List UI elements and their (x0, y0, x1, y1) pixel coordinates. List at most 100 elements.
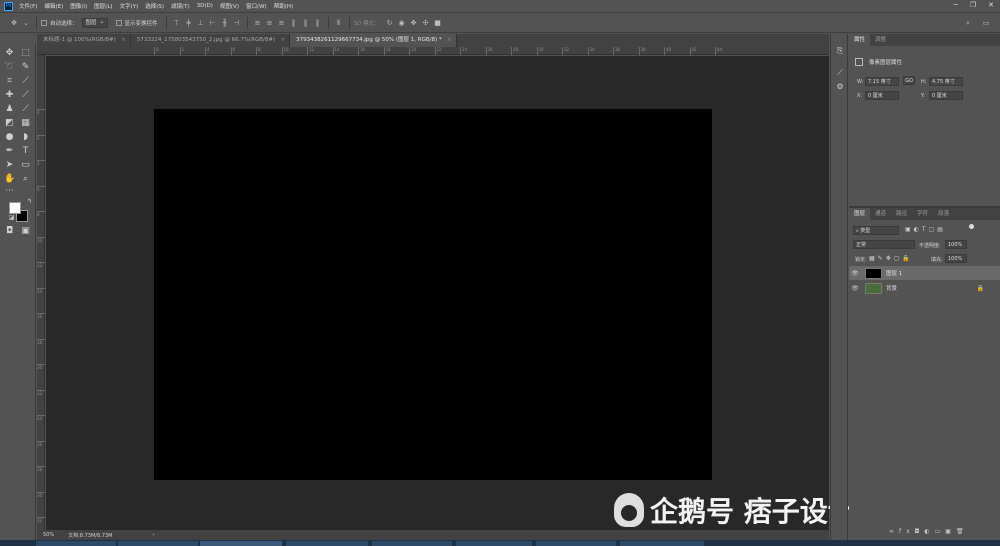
brush-settings-icon[interactable]: ⟋ (835, 68, 845, 78)
healing-brush-tool-icon[interactable]: ✚ (4, 90, 15, 101)
document-canvas[interactable] (154, 109, 712, 480)
taskbar-item[interactable] (372, 541, 452, 546)
quick-mask-icon[interactable]: ◘ (4, 226, 15, 237)
layers-footer-icons[interactable]: ∞fx◘◐▭▣🗑 (889, 528, 969, 535)
chevron-down-icon[interactable]: ⌄ (22, 19, 30, 27)
brush-tool-icon[interactable]: ⟋ (20, 90, 31, 101)
layer-row[interactable]: 👁 图层 1 (849, 266, 1000, 280)
auto-select-checkbox[interactable] (41, 19, 47, 26)
fill-field[interactable]: 100% (945, 254, 967, 263)
tab-5733224-jpg[interactable]: 5733224_175803543750_2.jpg @ 66.7%(RGB/8… (131, 34, 291, 47)
gradient-tool-icon[interactable]: ▦ (20, 118, 31, 129)
layer-row[interactable]: 👁 背景 🔒 (849, 281, 1000, 295)
height-field[interactable]: 4.75 英寸 (929, 77, 963, 86)
history-icon[interactable]: ⎘ (835, 46, 845, 56)
opacity-field[interactable]: 100% (945, 240, 967, 249)
lock-icons[interactable]: ▦✎✥▢🔒 (869, 255, 913, 262)
shape-tool-icon[interactable]: ▭ (20, 160, 31, 171)
menu-file[interactable]: 文件(F) (19, 2, 37, 10)
type-tool-icon[interactable]: T (20, 146, 31, 157)
align-vcenter-icon[interactable]: ╪ (185, 19, 193, 27)
tab-properties[interactable]: 属性 (849, 34, 871, 46)
align-hcenter-icon[interactable]: ╫ (221, 19, 229, 27)
restore-icon[interactable]: ❐ (970, 1, 976, 9)
distribute-right-icon[interactable]: ‖ (314, 19, 322, 27)
3d-drag-icon[interactable]: ✥ (410, 19, 418, 27)
layer-name[interactable]: 背景 (886, 284, 897, 292)
3d-roll-icon[interactable]: ◉ (398, 19, 406, 27)
blend-mode-dropdown[interactable]: 正常 (853, 240, 915, 249)
width-field[interactable]: 7.15 英寸 (865, 77, 899, 86)
pen-tool-icon[interactable]: ✒ (4, 146, 15, 157)
eye-icon[interactable]: 👁 (849, 270, 861, 277)
link-dimensions-button[interactable]: GO (903, 76, 915, 85)
layer-name[interactable]: 图层 1 (886, 269, 902, 277)
auto-align-icon[interactable]: ⫴ (335, 19, 343, 27)
tab-paragraph[interactable]: 段落 (933, 208, 954, 220)
minimize-icon[interactable]: ─ (954, 1, 958, 9)
chevron-right-icon[interactable]: › (152, 532, 154, 538)
marquee-tool-icon[interactable]: ⬚ (20, 48, 31, 59)
menu-help[interactable]: 帮助(H) (274, 2, 293, 10)
taskbar-item[interactable] (536, 541, 616, 546)
eraser-tool-icon[interactable]: ◩ (4, 118, 15, 129)
quick-select-tool-icon[interactable]: ✎ (20, 62, 31, 73)
align-top-icon[interactable]: ⊤ (173, 19, 181, 27)
lasso-tool-icon[interactable]: ➰ (4, 62, 15, 73)
zoom-tool-icon[interactable]: ⌕ (20, 174, 31, 185)
menu-select[interactable]: 选择(S) (145, 2, 164, 10)
taskbar-item[interactable] (620, 541, 704, 546)
align-bottom-icon[interactable]: ⊥ (197, 19, 205, 27)
screen-mode-icon[interactable]: ▣ (20, 226, 31, 237)
taskbar-item[interactable] (286, 541, 368, 546)
align-right-icon[interactable]: ⊣ (233, 19, 241, 27)
close-icon[interactable]: ✕ (988, 1, 994, 9)
distribute-hcenter-icon[interactable]: ‖ (302, 19, 310, 27)
filter-toggle-icon[interactable] (969, 224, 974, 229)
layer-filter-dropdown[interactable]: ⌕ 类型 (853, 226, 899, 235)
dodge-tool-icon[interactable]: ◗ (20, 132, 31, 143)
zoom-level[interactable]: 50% (43, 532, 54, 538)
menu-window[interactable]: 窗口(W) (246, 2, 267, 10)
workspace-icon[interactable]: ▭ (982, 19, 990, 27)
distribute-left-icon[interactable]: ‖ (290, 19, 298, 27)
menu-edit[interactable]: 编辑(E) (44, 2, 63, 10)
swap-colors-icon[interactable]: ↰ (24, 196, 35, 207)
y-field[interactable]: 0 厘米 (929, 91, 963, 100)
taskbar-item[interactable] (456, 541, 532, 546)
move-tool-icon[interactable]: ✥ (4, 48, 15, 59)
distribute-bottom-icon[interactable]: ≡ (278, 19, 286, 27)
menu-3d[interactable]: 3D(D) (197, 3, 213, 9)
tab-untitled-1[interactable]: 未标题-1 @ 100%(RGB/8#) × (37, 34, 131, 47)
3d-slide-icon[interactable]: ✣ (422, 19, 430, 27)
clone-stamp-tool-icon[interactable]: ♟ (4, 104, 15, 115)
eyedropper-tool-icon[interactable]: ⟋ (20, 76, 31, 87)
tab-paths[interactable]: 路径 (891, 208, 912, 220)
close-icon[interactable]: × (121, 34, 126, 47)
tab-channels[interactable]: 通道 (870, 208, 891, 220)
history-brush-tool-icon[interactable]: ⟋ (20, 104, 31, 115)
tab-3793438261129667734-jpg[interactable]: 3793438261129667734.jpg @ 50% (图层 1, RGB… (290, 34, 457, 47)
close-icon[interactable]: × (447, 34, 452, 47)
close-icon[interactable]: × (281, 34, 286, 47)
menu-layer[interactable]: 图层(L) (94, 2, 112, 10)
menu-type[interactable]: 文字(Y) (120, 2, 139, 10)
distribute-vcenter-icon[interactable]: ≡ (266, 19, 274, 27)
distribute-top-icon[interactable]: ≡ (254, 19, 262, 27)
search-icon[interactable]: ⌕ (964, 19, 972, 27)
layer-filter-icons[interactable]: ▣◐T▢▤ (905, 226, 946, 233)
menu-image[interactable]: 图像(I) (70, 2, 87, 10)
more-tools-icon[interactable]: ··· (4, 186, 15, 197)
tab-character[interactable]: 字符 (912, 208, 933, 220)
taskbar-item[interactable] (118, 541, 198, 546)
eye-icon[interactable]: 👁 (849, 285, 861, 292)
align-left-icon[interactable]: ⊢ (209, 19, 217, 27)
menu-view[interactable]: 视图(V) (220, 2, 239, 10)
x-field[interactable]: 0 厘米 (865, 91, 899, 100)
taskbar-item[interactable] (36, 541, 116, 546)
show-transform-checkbox[interactable] (115, 19, 122, 26)
3d-camera-icon[interactable]: ■ (434, 19, 442, 27)
adjustments-icon[interactable]: ⚙ (835, 82, 845, 92)
taskbar-item[interactable] (200, 541, 282, 546)
tab-adjustments[interactable]: 调整 (870, 34, 891, 46)
